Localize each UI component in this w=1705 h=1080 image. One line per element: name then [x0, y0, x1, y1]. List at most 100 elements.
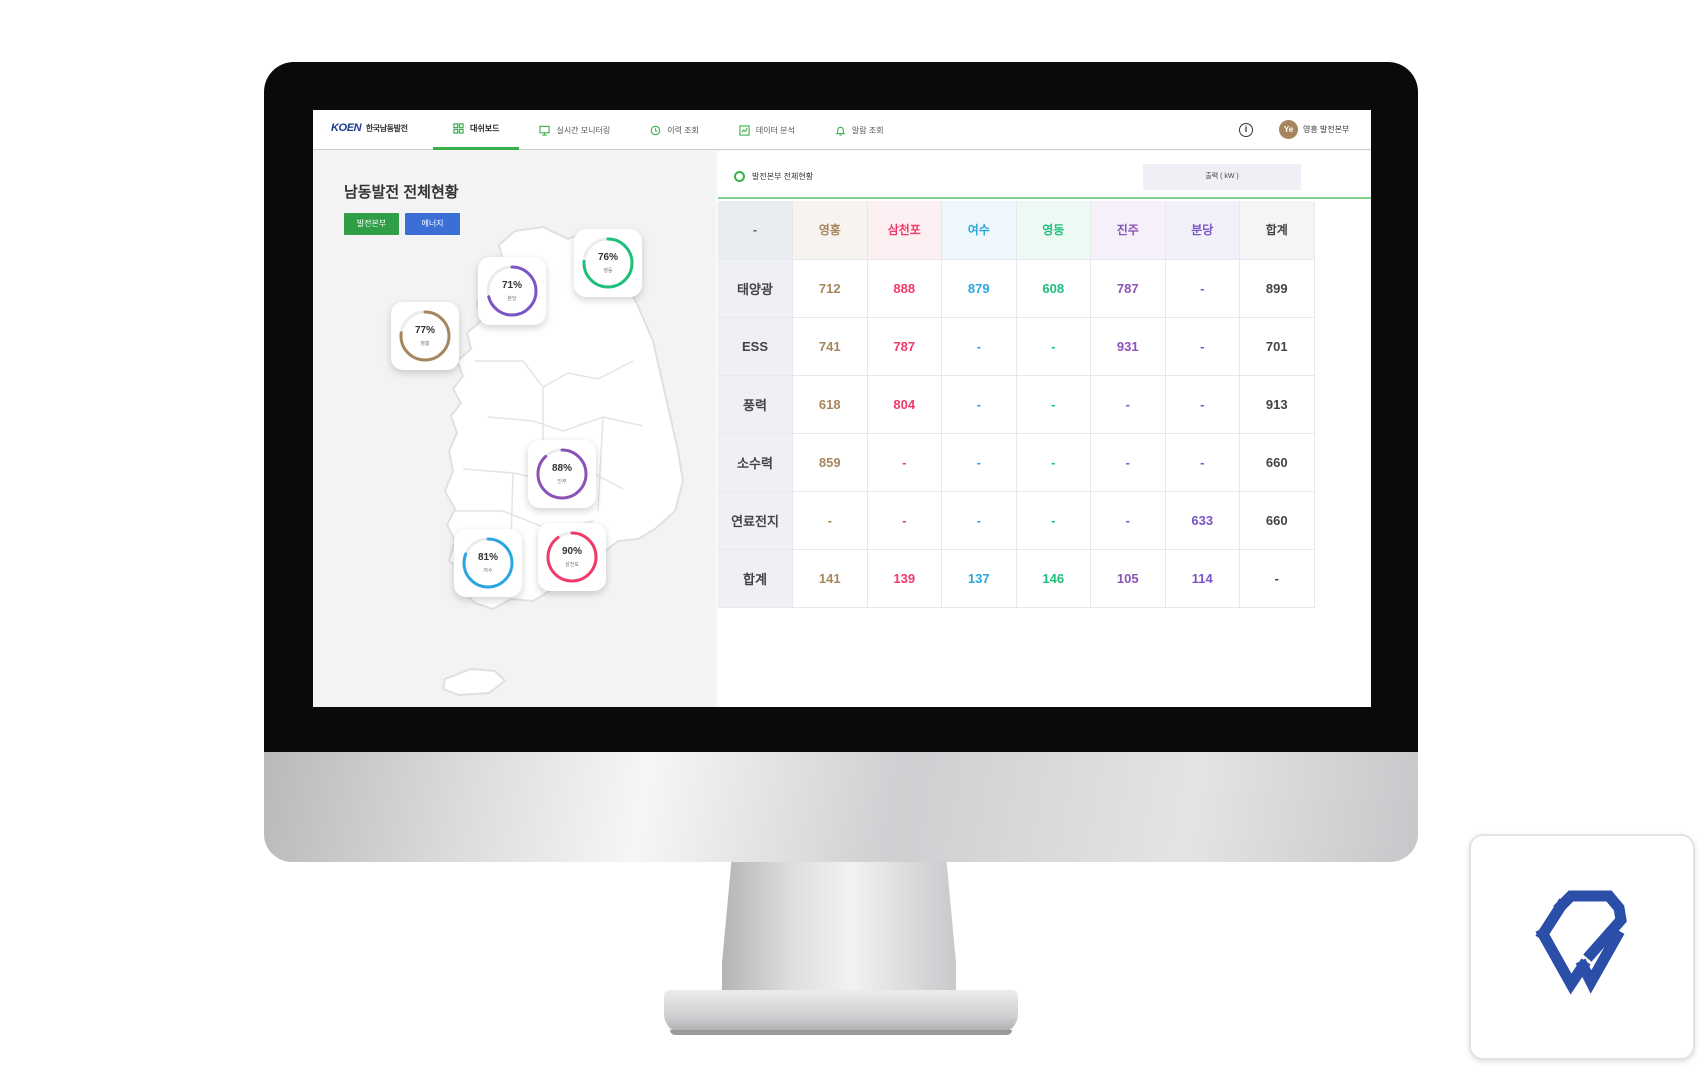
gauge-percent: 90%: [561, 546, 582, 557]
gauge-card-yeosu[interactable]: 81% 여수: [454, 529, 522, 597]
gauge-site: 영흥: [420, 341, 430, 347]
gauge-site: 영동: [603, 268, 613, 274]
column-header[interactable]: 합계: [1239, 201, 1315, 260]
gauge-ring: [399, 310, 451, 362]
logo-company-name: 한국남동발전: [365, 124, 408, 133]
table-cell: 146: [1016, 549, 1091, 608]
table-cell: -: [941, 491, 1017, 550]
table-corner-cell: -: [718, 201, 793, 260]
gauge-card-samcheonpo[interactable]: 90% 삼천포: [538, 523, 606, 591]
column-header[interactable]: 영흥: [792, 201, 868, 260]
gauge-arc: [546, 531, 598, 583]
gauge-site: 삼천포: [565, 562, 579, 568]
koen-logo[interactable]: KOEN 한국남동발전: [331, 122, 408, 134]
table-cell: -: [941, 317, 1017, 376]
table-cell: -: [792, 491, 868, 550]
table-cell: -: [867, 433, 942, 492]
table-cell: -: [1016, 491, 1091, 550]
table-cell: -: [1016, 375, 1091, 434]
table-row: 태양광 712 888 879 608 787 - 899: [718, 259, 1315, 318]
table-cell: 787: [1090, 259, 1166, 318]
table-cell: 633: [1165, 491, 1240, 550]
gauge-card-yeongdong[interactable]: 76% 영동: [574, 229, 642, 297]
monitor-icon: [539, 125, 551, 136]
column-header[interactable]: 삼천포: [867, 201, 942, 260]
gauge-percent: 77%: [414, 325, 435, 336]
table-cell: -: [1090, 491, 1166, 550]
gauge-site: 여수: [483, 568, 493, 574]
table-cell: -: [1165, 317, 1240, 376]
table-cell: -: [941, 375, 1017, 434]
gauge-card-yeongheung[interactable]: 77% 영흥: [391, 302, 459, 370]
nav-label-alarm: 알람 조회: [851, 125, 884, 135]
table-header-row: - 영흥 삼천포 여수 영동 진주 분당 합계: [718, 201, 1315, 260]
status-table-panel: 발전본부 전체현황 출력 ( kW ) - 영흥 삼천포 여수 영동 진주 분당…: [718, 151, 1371, 707]
gauge-site: 진주: [557, 479, 567, 485]
gauge-card-bundang[interactable]: 71% 분당: [478, 257, 546, 325]
bell-icon: [835, 126, 846, 136]
nav-label-history: 이력 조회: [667, 125, 699, 135]
power-output-table: - 영흥 삼천포 여수 영동 진주 분당 합계 태양광 712 888 879 …: [718, 201, 1315, 608]
nav-label-data-analysis: 데이터 분석: [755, 125, 795, 135]
nav-item-data-analysis[interactable]: 데이터 분석: [719, 110, 815, 150]
brand-logo-icon: [1535, 890, 1627, 995]
gauge-card-jinju[interactable]: 88% 진주: [528, 440, 596, 508]
user-name[interactable]: 영흥 발전본부: [1303, 124, 1349, 135]
monitor-stand-neck: [722, 862, 956, 1002]
nav-label-realtime-monitoring: 실시간 모니터링: [556, 125, 611, 135]
avatar[interactable]: Ye: [1279, 120, 1298, 139]
nav-item-realtime-monitoring[interactable]: 실시간 모니터링: [519, 110, 630, 150]
table-cell: 618: [792, 375, 868, 434]
nav-item-dashboard[interactable]: 대쉬보드: [433, 110, 520, 150]
table-cell: -: [1239, 549, 1315, 608]
table-cell: -: [1016, 433, 1091, 492]
table-cell: 931: [1090, 317, 1166, 376]
row-header: 소수력: [718, 433, 793, 492]
row-header: 풍력: [718, 375, 793, 434]
nav-label-dashboard: 대쉬보드: [470, 124, 500, 133]
table-cell: 712: [792, 259, 868, 318]
gauge-ring: [582, 237, 634, 289]
gauge-percent: 71%: [501, 280, 522, 291]
table-cell: 787: [867, 317, 942, 376]
gauge-percent: 76%: [597, 252, 618, 263]
row-header: 합계: [718, 549, 793, 608]
page-title: 남동발전 전체현황: [344, 184, 459, 201]
table-row: ESS 741 787 - - 931 - 701: [718, 317, 1315, 376]
table-cell: -: [1016, 317, 1091, 376]
table-cell: -: [1090, 375, 1166, 434]
table-cell: 141: [792, 549, 868, 608]
table-cell: 114: [1165, 549, 1240, 608]
column-header[interactable]: 분당: [1165, 201, 1240, 260]
history-icon: [650, 125, 661, 135]
unit-label: 출력 ( kW ): [1143, 164, 1301, 190]
gauge-ring: [546, 531, 598, 583]
table-cell: 913: [1239, 375, 1315, 434]
table-cell: 888: [867, 259, 942, 318]
row-header: ESS: [718, 317, 793, 376]
gauge-ring: [486, 265, 538, 317]
nav-item-alarm[interactable]: 알람 조회: [815, 110, 904, 150]
top-navigation-bar: KOEN 한국남동발전 대쉬보드 실시간 모니터링 이력 조회 데이터 분석 알…: [313, 110, 1371, 150]
row-header: 태양광: [718, 259, 793, 318]
table-row-total: 합계 141 139 137 146 105 114 -: [718, 549, 1315, 608]
table-panel-header: 발전본부 전체현황 출력 ( kW ): [718, 151, 1371, 199]
table-cell: 137: [941, 549, 1017, 608]
table-row: 풍력 618 804 - - - - 913: [718, 375, 1315, 434]
table-cell: 859: [792, 433, 868, 492]
power-division-button[interactable]: 발전본부: [344, 213, 399, 235]
table-row: 연료전지 - - - - - 633 660: [718, 491, 1315, 550]
nav-item-history[interactable]: 이력 조회: [630, 110, 719, 150]
info-icon[interactable]: i: [1239, 123, 1253, 137]
gauge-percent: 88%: [551, 463, 572, 474]
analytics-icon: [739, 124, 750, 136]
table-cell: -: [867, 491, 942, 550]
table-cell: -: [1165, 433, 1240, 492]
table-panel-title: 발전본부 전체현황: [752, 172, 814, 181]
gauge-site: 분당: [507, 296, 517, 302]
column-header[interactable]: 진주: [1090, 201, 1166, 260]
column-header[interactable]: 여수: [941, 201, 1017, 260]
column-header[interactable]: 영동: [1016, 201, 1091, 260]
table-cell: 741: [792, 317, 868, 376]
table-cell: 139: [867, 549, 942, 608]
